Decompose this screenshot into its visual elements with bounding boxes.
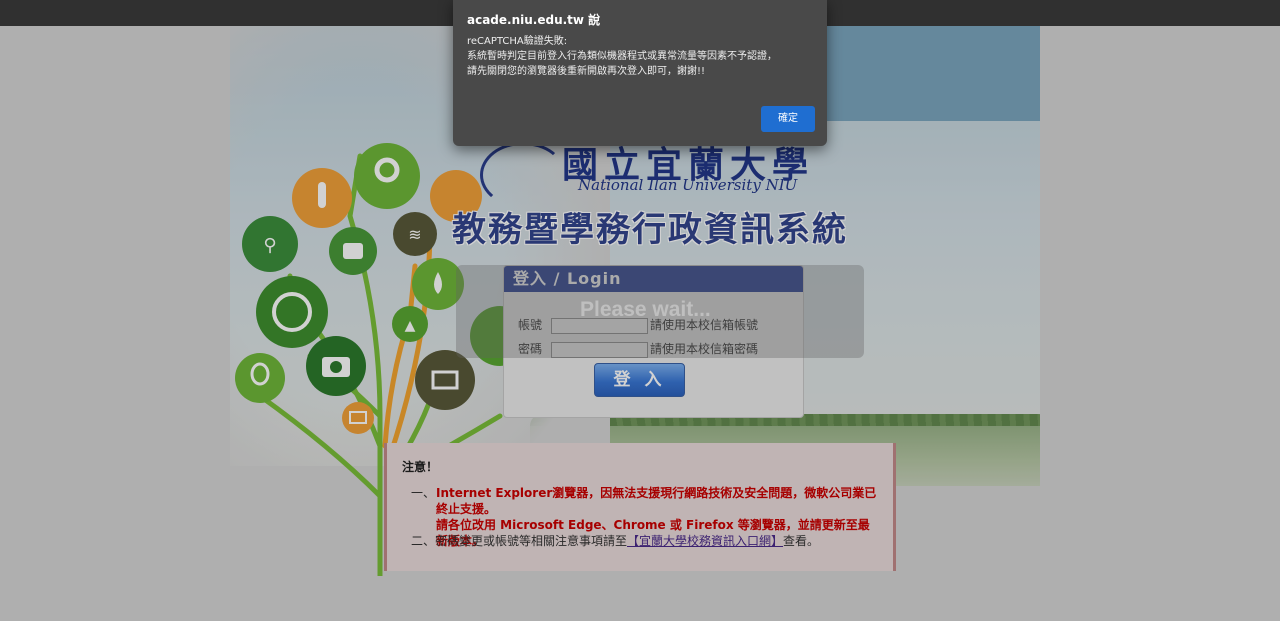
alert-dialog: acade.niu.edu.tw 說 reCAPTCHA驗證失敗: 系統暫時判定… (453, 0, 827, 146)
dialog-title: acade.niu.edu.tw 說 (467, 13, 601, 27)
dialog-message: reCAPTCHA驗證失敗: 系統暫時判定目前登入行為類似機器程式或異常流量等因… (467, 36, 777, 77)
ok-button[interactable]: 確定 (761, 106, 815, 132)
